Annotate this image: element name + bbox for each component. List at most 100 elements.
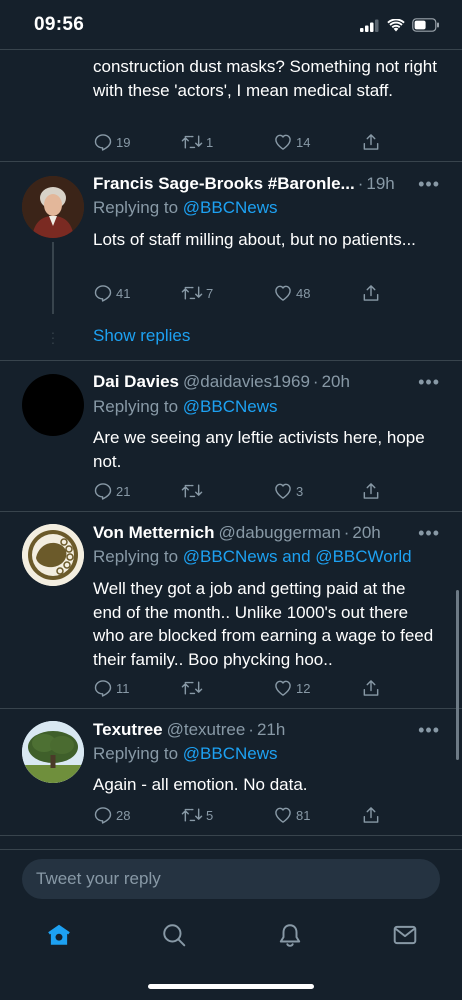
- avatar[interactable]: [22, 176, 84, 238]
- user-handle[interactable]: @dabuggerman: [219, 523, 341, 543]
- tweet-header: Texutree @texutree · 21h: [93, 717, 442, 743]
- like-count: 12: [296, 680, 311, 696]
- bell-icon: [279, 924, 301, 947]
- user-handle[interactable]: @daidavies1969: [183, 372, 310, 392]
- tweet-text: Again - all emotion. No data.: [93, 775, 308, 794]
- replying-prefix: Replying to: [93, 397, 183, 416]
- divider: [0, 835, 462, 836]
- heart-icon: [275, 680, 291, 696]
- home-indicator[interactable]: [148, 984, 314, 989]
- replying-to: Replying to @BBCNews: [93, 397, 278, 417]
- tweet-actions: 19 1 14: [93, 131, 393, 153]
- reply-button[interactable]: 41: [93, 282, 130, 304]
- retweet-button[interactable]: 5: [181, 804, 213, 826]
- show-replies-link[interactable]: Show replies: [93, 326, 190, 346]
- timestamp[interactable]: 20h: [322, 372, 350, 392]
- status-bar: 09:56: [0, 0, 462, 50]
- more-icon[interactable]: •••: [418, 523, 440, 544]
- timestamp[interactable]: 21h: [257, 720, 285, 740]
- retweet-button[interactable]: [181, 480, 206, 502]
- divider: [0, 161, 462, 162]
- like-button[interactable]: 3: [273, 480, 303, 502]
- separator-dot: ·: [312, 372, 319, 391]
- like-count: 3: [296, 483, 304, 499]
- share-button[interactable]: [361, 677, 381, 699]
- reply-icon: [94, 134, 112, 151]
- display-name[interactable]: Dai Davies: [93, 372, 179, 392]
- tab-notifications[interactable]: [275, 920, 305, 950]
- like-button[interactable]: 12: [273, 677, 310, 699]
- tab-home[interactable]: [44, 920, 74, 950]
- retweet-count: 5: [206, 807, 214, 823]
- portrait-image: [22, 176, 84, 238]
- reply-button[interactable]: 19: [93, 131, 130, 153]
- share-icon: [363, 680, 379, 696]
- like-button[interactable]: 48: [273, 282, 310, 304]
- like-count: 81: [296, 807, 311, 823]
- like-button[interactable]: 81: [273, 804, 310, 826]
- avatar[interactable]: [22, 721, 84, 783]
- like-count: 14: [296, 134, 311, 150]
- share-icon: [363, 134, 379, 150]
- reply-icon: [94, 483, 112, 500]
- reply-icon: [94, 285, 112, 302]
- display-name[interactable]: Von Metternich: [93, 523, 215, 543]
- share-button[interactable]: [361, 480, 381, 502]
- thread-line: [52, 242, 54, 314]
- tweet-actions: 41 7 48: [93, 282, 393, 304]
- status-time: 09:56: [34, 14, 85, 35]
- tab-messages[interactable]: [390, 920, 420, 950]
- display-name[interactable]: Francis Sage-Brooks #Baronle...: [93, 174, 355, 194]
- retweet-button[interactable]: 7: [181, 282, 213, 304]
- avatar[interactable]: [22, 374, 84, 436]
- divider: [0, 360, 462, 361]
- replying-to-link[interactable]: @BBCNews: [183, 397, 278, 416]
- reply-button[interactable]: 28: [93, 804, 130, 826]
- tweet-text: construction dust masks? Something not r…: [93, 57, 437, 100]
- replying-prefix: Replying to: [93, 744, 183, 763]
- avatar[interactable]: [22, 524, 84, 586]
- scrollbar[interactable]: [456, 590, 459, 760]
- reply-button[interactable]: 21: [93, 480, 130, 502]
- tweet-text: Well they got a job and getting paid at …: [93, 579, 434, 669]
- display-name[interactable]: Texutree: [93, 720, 163, 740]
- timestamp[interactable]: 20h: [352, 523, 380, 543]
- retweet-icon: [181, 484, 203, 498]
- replying-to-link[interactable]: @BBCNews: [183, 198, 278, 217]
- user-handle[interactable]: @texutree: [167, 720, 246, 740]
- replying-prefix: Replying to: [93, 198, 183, 217]
- reply-count: 41: [116, 285, 131, 301]
- retweet-icon: [181, 681, 203, 695]
- more-icon[interactable]: •••: [418, 720, 440, 741]
- share-button[interactable]: [361, 131, 381, 153]
- retweet-button[interactable]: [181, 677, 206, 699]
- battery-icon: [412, 18, 439, 32]
- retweet-button[interactable]: 1: [181, 131, 213, 153]
- replying-prefix: Replying to: [93, 547, 183, 566]
- heart-icon: [275, 285, 291, 301]
- retweet-icon: [181, 808, 203, 822]
- tab-search[interactable]: [159, 920, 189, 950]
- tweet-header: Dai Davies @daidavies1969 · 20h: [93, 369, 442, 395]
- share-button[interactable]: [361, 282, 381, 304]
- share-button[interactable]: [361, 804, 381, 826]
- replying-to-link[interactable]: @BBCNews: [183, 744, 278, 763]
- like-button[interactable]: 14: [273, 131, 310, 153]
- mail-icon: [393, 925, 417, 945]
- retweet-count: 1: [206, 134, 214, 150]
- emblem-image: [22, 524, 84, 586]
- reply-count: 28: [116, 807, 131, 823]
- tree-image: [22, 721, 84, 783]
- reply-button[interactable]: 11: [93, 677, 130, 699]
- timestamp[interactable]: 19h: [366, 174, 394, 194]
- heart-icon: [275, 807, 291, 823]
- more-icon[interactable]: •••: [418, 174, 440, 195]
- home-icon: [48, 924, 70, 945]
- like-count: 48: [296, 285, 311, 301]
- replying-to-link[interactable]: @BBCNews and @BBCWorld: [183, 547, 412, 566]
- reply-input[interactable]: Tweet your reply: [22, 859, 440, 899]
- replying-to: Replying to @BBCNews and @BBCWorld: [93, 547, 412, 567]
- reply-placeholder: Tweet your reply: [36, 869, 161, 888]
- more-icon[interactable]: •••: [418, 372, 440, 393]
- wifi-icon: [387, 18, 405, 31]
